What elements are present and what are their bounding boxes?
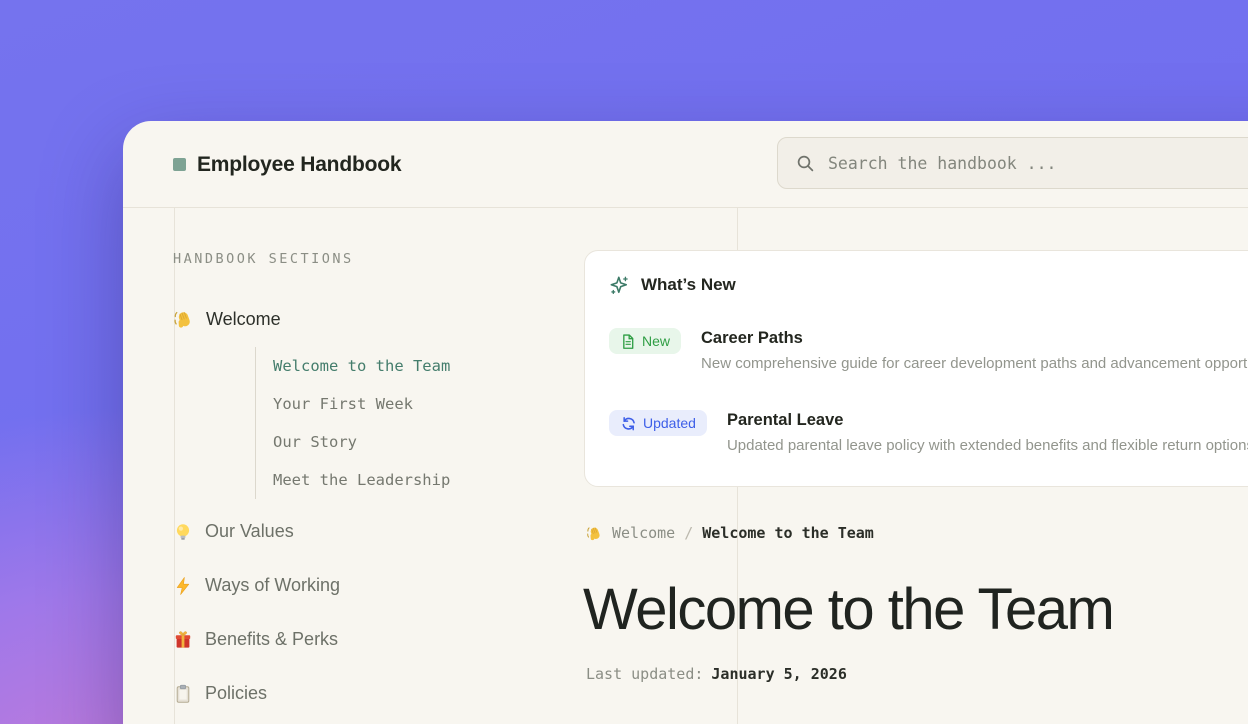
app-header: Employee Handbook Search the handbook ..…: [123, 121, 1248, 208]
new-badge: New: [609, 328, 681, 354]
subnav-item-our-story[interactable]: Our Story: [256, 423, 450, 461]
breadcrumb-page: Welcome to the Team: [702, 524, 874, 542]
refresh-icon: [620, 415, 637, 432]
search-icon: [796, 154, 815, 173]
page-title: Welcome to the Team: [583, 576, 1113, 643]
subnav-item-welcome-to-the-team[interactable]: Welcome to the Team: [256, 347, 450, 385]
whats-new-item-description: Updated parental leave policy with exten…: [727, 436, 1248, 455]
badge-label: Updated: [643, 415, 696, 431]
sidebar-item-ways-of-working[interactable]: Ways of Working: [173, 575, 340, 596]
gift-icon: [173, 630, 193, 650]
sidebar-item-policies[interactable]: Policies: [173, 683, 267, 704]
logo-square-icon: [173, 158, 186, 171]
whats-new-item-text: Career Paths New comprehensive guide for…: [701, 327, 1248, 373]
breadcrumb-separator: /: [684, 524, 693, 542]
search-placeholder: Search the handbook ...: [828, 154, 1056, 173]
badge-label: New: [642, 333, 670, 349]
whats-new-item-title: Career Paths: [701, 327, 1248, 349]
sidebar-heading: HANDBOOK SECTIONS: [173, 251, 354, 267]
lightning-icon: [173, 576, 193, 596]
last-updated-value: January 5, 2026: [711, 665, 846, 683]
breadcrumb-section[interactable]: Welcome: [612, 524, 675, 542]
sparkle-icon: [609, 275, 629, 295]
sidebar-item-label: Welcome: [206, 309, 281, 330]
whats-new-item-text: Parental Leave Updated parental leave po…: [727, 409, 1248, 455]
app-title: Employee Handbook: [197, 153, 401, 177]
last-updated-label: Last updated:: [586, 665, 703, 683]
app-brand: Employee Handbook: [173, 121, 401, 208]
lightbulb-icon: [173, 522, 193, 542]
whats-new-item-parental-leave[interactable]: Updated Parental Leave Updated parental …: [609, 409, 1248, 455]
whats-new-header: What’s New: [609, 275, 1248, 295]
whats-new-item-title: Parental Leave: [727, 409, 1248, 431]
whats-new-title: What’s New: [641, 275, 736, 295]
subnav-item-your-first-week[interactable]: Your First Week: [256, 385, 450, 423]
document-icon: [620, 333, 636, 350]
sidebar-item-label: Our Values: [205, 521, 294, 542]
updated-badge: Updated: [609, 410, 707, 436]
clipboard-icon: [173, 684, 193, 704]
sidebar-item-our-values[interactable]: Our Values: [173, 521, 294, 542]
waving-hand-icon: [586, 525, 603, 542]
sidebar-item-label: Benefits & Perks: [205, 629, 338, 650]
last-updated: Last updated: January 5, 2026: [586, 665, 847, 683]
sidebar-item-benefits-perks[interactable]: Benefits & Perks: [173, 629, 338, 650]
sidebar-item-label: Ways of Working: [205, 575, 340, 596]
sidebar-subnav-welcome: Welcome to the Team Your First Week Our …: [255, 347, 450, 499]
sidebar-item-welcome[interactable]: Welcome: [173, 309, 281, 330]
whats-new-item-description: New comprehensive guide for career devel…: [701, 354, 1248, 373]
subnav-item-meet-the-leadership[interactable]: Meet the Leadership: [256, 461, 450, 499]
whats-new-item-career-paths[interactable]: New Career Paths New comprehensive guide…: [609, 327, 1248, 373]
waving-hand-icon: [173, 309, 194, 330]
whats-new-card: What’s New New Career Paths New comprehe…: [584, 250, 1248, 487]
sidebar-item-label: Policies: [205, 683, 267, 704]
breadcrumb: Welcome / Welcome to the Team: [586, 524, 874, 542]
search-input[interactable]: Search the handbook ...: [777, 137, 1248, 189]
handbook-window: Employee Handbook Search the handbook ..…: [123, 121, 1248, 724]
